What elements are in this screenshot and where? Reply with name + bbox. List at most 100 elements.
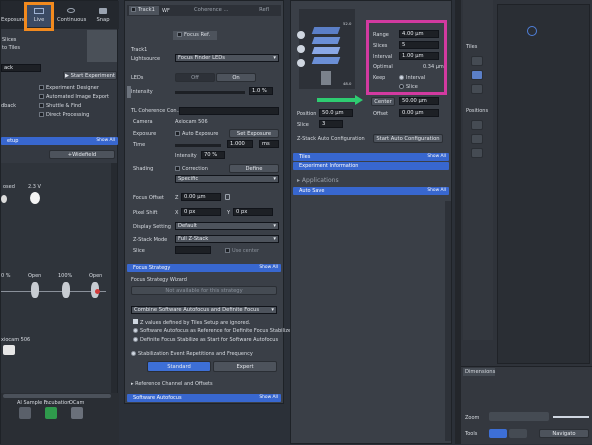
stabilization-section[interactable]: Stabilization Event Repetitions and Freq… bbox=[131, 351, 253, 357]
zoom-slider[interactable] bbox=[553, 416, 589, 418]
tile-tool-icon-3[interactable] bbox=[471, 84, 483, 94]
display-setting-label: Display Setting bbox=[133, 224, 171, 230]
experiment-info-bar[interactable]: Experiment Information bbox=[293, 162, 449, 170]
start-auto-config-button[interactable]: Start Auto Configuration bbox=[373, 134, 443, 143]
image-canvas[interactable] bbox=[497, 4, 590, 364]
led-on-button[interactable]: On bbox=[216, 73, 256, 82]
time-unit-dropdown[interactable]: ms bbox=[259, 140, 279, 148]
stack-icon bbox=[127, 86, 131, 98]
time-field[interactable]: 1.000 bbox=[227, 140, 253, 148]
focus-offset-field[interactable]: 0.00 µm bbox=[181, 193, 221, 201]
pixel-shift-label: Pixel Shift bbox=[133, 210, 158, 216]
define-button[interactable]: Define bbox=[229, 164, 279, 173]
standard-button[interactable]: Standard bbox=[147, 361, 211, 372]
led-off-button[interactable]: Off bbox=[175, 73, 215, 82]
intensity-slider[interactable] bbox=[175, 91, 245, 94]
shading-label: Shading bbox=[133, 166, 154, 172]
focus-strategy-bar[interactable]: Focus Strategy Show All bbox=[127, 264, 281, 272]
start-experiment-button[interactable]: ▶ Start Experiment bbox=[63, 71, 117, 80]
pixel-shift-y-field[interactable]: 0 px bbox=[233, 208, 273, 216]
time-slider[interactable] bbox=[175, 144, 221, 147]
tl-name-field[interactable] bbox=[179, 107, 279, 115]
pixel-shift-x-field[interactable]: 0 px bbox=[181, 208, 221, 216]
snap-icon bbox=[99, 8, 107, 14]
option-software-autofocus[interactable]: Software Autofocus as Reference for Defi… bbox=[133, 328, 291, 334]
reference-channel-section[interactable]: ▸ Reference Channel and Offsets bbox=[131, 381, 213, 387]
applications-section[interactable]: ▸ Applications bbox=[297, 177, 339, 184]
offset-field[interactable]: 0.00 µm bbox=[399, 109, 439, 117]
zstack-button-c[interactable] bbox=[297, 45, 305, 53]
correction-checkbox[interactable]: Correction bbox=[175, 166, 208, 172]
position-tool-icon-3[interactable] bbox=[471, 148, 483, 158]
option-auto-image-export[interactable]: Automated Image Export bbox=[39, 94, 109, 100]
position-tool-icon-2[interactable] bbox=[471, 134, 483, 144]
slice-spinner[interactable]: 3 bbox=[319, 120, 343, 128]
option-experiment-designer[interactable]: Experiment Designer bbox=[39, 85, 99, 91]
tools-label: Tools bbox=[465, 431, 478, 437]
crosshair-icon bbox=[527, 26, 537, 36]
tiles-bar[interactable]: Tiles Show All bbox=[293, 153, 449, 161]
display-setting-dropdown[interactable]: Default ▾ bbox=[175, 222, 279, 230]
lightsource-dropdown[interactable]: Focus Finder LEDs ▾ bbox=[175, 54, 279, 62]
tile-tool-icon-1[interactable] bbox=[471, 56, 483, 66]
camera-label: xiocam 506 bbox=[1, 337, 31, 343]
tab-wf[interactable]: WF bbox=[162, 8, 170, 14]
zstack-button-s[interactable] bbox=[297, 31, 305, 39]
option-direct-processing[interactable]: Direct Processing bbox=[39, 112, 89, 118]
tiles-label: Tiles bbox=[466, 44, 478, 50]
auto-save-bar[interactable]: Auto Save Show All bbox=[293, 187, 449, 195]
bottom-scrollbar[interactable] bbox=[3, 394, 111, 398]
position-field[interactable]: 50.0 µm bbox=[319, 109, 353, 117]
ai-sample-icon[interactable] bbox=[19, 407, 31, 419]
auto-config-label: Z-Stack Auto Configuration bbox=[297, 136, 365, 142]
continuous-button[interactable]: Continuous bbox=[57, 5, 86, 27]
center-button[interactable]: Center bbox=[371, 97, 395, 106]
camera-icon bbox=[3, 345, 15, 355]
exposure-button[interactable]: Exposure bbox=[1, 5, 25, 27]
snap-button[interactable]: Snap bbox=[89, 5, 117, 27]
lock-icon[interactable] bbox=[225, 194, 230, 200]
expert-button[interactable]: Expert bbox=[213, 361, 277, 372]
shading-dropdown[interactable]: Specific ▾ bbox=[175, 175, 279, 183]
pointer-tool-button[interactable] bbox=[489, 429, 507, 438]
option-shuttle-find[interactable]: Shuttle & Find bbox=[39, 103, 81, 109]
software-autofocus-bar[interactable]: Software Autofocus Show All bbox=[127, 394, 281, 402]
widefield-dropdown[interactable]: +Widefield bbox=[49, 150, 115, 159]
option-definite-focus[interactable]: Definite Focus Stabilize as Start for So… bbox=[133, 337, 278, 343]
slice-field[interactable] bbox=[175, 246, 211, 254]
focus-ref-tab[interactable]: Focus Ref. bbox=[173, 31, 217, 40]
zoom-controls[interactable] bbox=[489, 412, 549, 421]
lightsource-label: Lightsource bbox=[131, 56, 161, 62]
position-tool-icon-1[interactable] bbox=[471, 120, 483, 130]
tab-track1[interactable]: Track1 bbox=[129, 6, 159, 15]
pixel-shift-x-label: X bbox=[175, 210, 179, 216]
track-dropdown[interactable]: ack bbox=[1, 64, 41, 72]
use-center-checkbox[interactable]: Use center bbox=[225, 248, 259, 254]
focus-strategy-dropdown[interactable]: Combine Software Autofocus and Definite … bbox=[131, 306, 277, 314]
slices-label: Slices bbox=[2, 37, 17, 43]
auto-exposure-checkbox[interactable]: Auto Exposure bbox=[175, 131, 218, 137]
camera-intensity-label: Intensity bbox=[175, 153, 197, 159]
setup-bar[interactable]: etup Show All bbox=[1, 137, 118, 145]
green-arrow-head bbox=[355, 95, 363, 105]
tab-dimensions[interactable]: Dimensions bbox=[463, 368, 495, 376]
camera-intensity-field[interactable]: 70 % bbox=[201, 151, 225, 159]
tab-coherence[interactable]: Coherence ... Refl bbox=[191, 6, 277, 15]
ocam-icon[interactable] bbox=[71, 407, 83, 419]
tile-tool-icon-2[interactable] bbox=[471, 70, 483, 80]
feedback-fragment: dback bbox=[1, 103, 17, 109]
zstack-mode-dropdown[interactable]: Full Z-Stack ▾ bbox=[175, 235, 279, 243]
hand-tool-button[interactable] bbox=[509, 429, 527, 438]
set-exposure-button[interactable]: Set Exposure bbox=[229, 129, 279, 138]
tool-incubation[interactable]: Incubation bbox=[44, 400, 70, 406]
tool-ocam[interactable]: OCam bbox=[69, 400, 84, 406]
zstack-button-e[interactable] bbox=[297, 59, 305, 67]
zstack-scrollbar[interactable] bbox=[445, 201, 451, 441]
incubation-icon[interactable] bbox=[45, 407, 57, 419]
zstack-slice-label: Slice bbox=[297, 122, 309, 128]
left-scrollbar[interactable] bbox=[111, 163, 117, 393]
focus-offset-label: Focus Offset bbox=[133, 195, 164, 201]
navigator-button[interactable]: Navigato bbox=[539, 429, 589, 438]
center-field[interactable]: 50.00 µm bbox=[399, 97, 439, 105]
intensity-field[interactable]: 1.0 % bbox=[249, 87, 273, 95]
